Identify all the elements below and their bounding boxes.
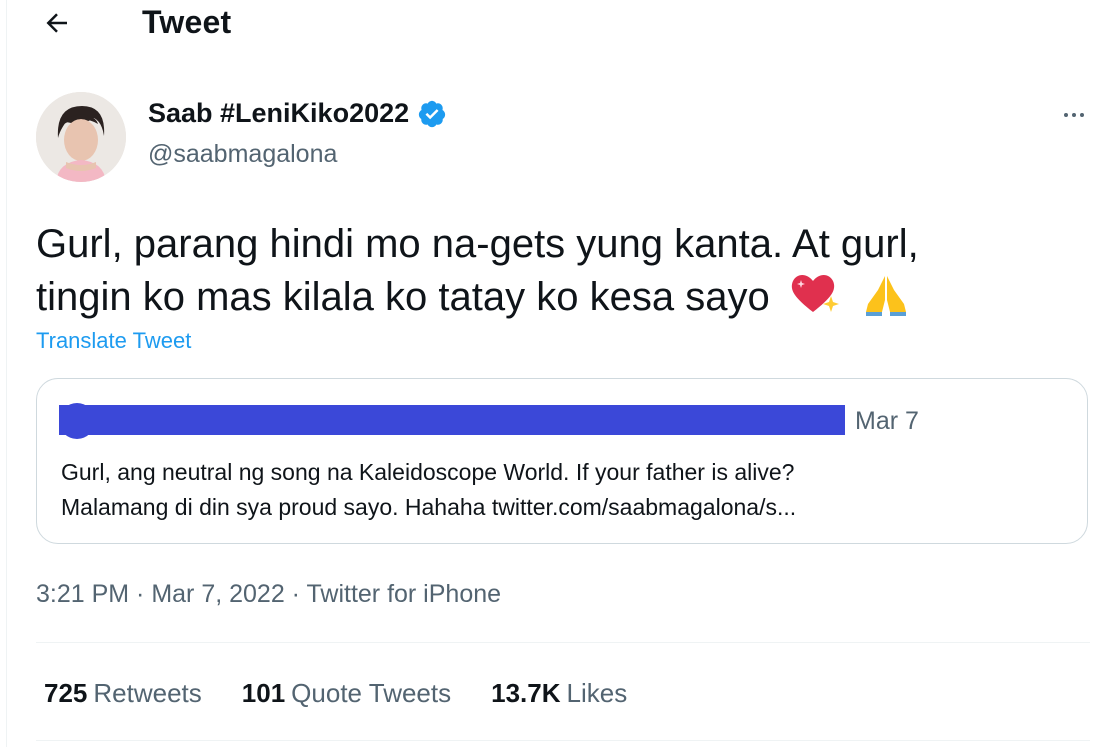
quote-tweets-label: Quote Tweets [291,678,452,708]
retweets-count: 725 [44,678,88,708]
redaction-bar [59,405,845,435]
quote-tweets-stat[interactable]: 101 Quote Tweets [242,678,451,709]
sparkling-heart-icon [791,275,839,312]
avatar[interactable] [36,92,126,182]
more-dots-icon [1064,113,1068,117]
divider [36,740,1090,741]
tweet-stats: 725 Retweets 101 Quote Tweets 13.7K Likes [44,678,667,709]
tweet-text-line-2: tingin ko mas kilala ko tatay ko kesa sa… [36,275,770,319]
tweet-text: Gurl, parang hindi mo na-gets yung kanta… [36,218,1096,323]
likes-label: Likes [566,678,628,708]
quoted-text: Gurl, ang neutral ng song na Kaleidoscop… [61,455,1071,525]
retweets-label: Retweets [93,678,202,708]
more-options-button[interactable] [1054,100,1094,130]
avatar-photo [36,92,126,182]
likes-count: 13.7K [491,678,561,708]
page-title: Tweet [142,4,232,40]
quoted-tweet-card[interactable]: Mar 7 Gurl, ang neutral ng song na Kalei… [36,378,1088,544]
folded-hands-icon [865,276,906,316]
divider [36,642,1090,643]
author-handle[interactable]: @saabmagalona [148,140,337,169]
page-header: Tweet [0,0,1120,50]
verified-badge-icon [419,100,446,127]
author-name[interactable]: Saab #LeniKiko2022 [148,98,447,129]
translate-tweet-link[interactable]: Translate Tweet [36,328,191,354]
tweet-metadata: 3:21 PM · Mar 7, 2022 · Twitter for iPho… [36,580,501,609]
tweet-timestamp[interactable]: 3:21 PM · Mar 7, 2022 · [36,580,307,608]
retweets-stat[interactable]: 725 Retweets [44,678,202,709]
author-name-text: Saab #LeniKiko2022 [148,98,410,128]
quoted-text-line-2: Malamang di din sya proud sayo. Hahaha t… [61,494,797,520]
quoted-date: Mar 7 [855,407,919,435]
back-button[interactable] [40,6,74,40]
quoted-text-line-1: Gurl, ang neutral ng song na Kaleidoscop… [61,459,795,485]
tweet-text-line-1: Gurl, parang hindi mo na-gets yung kanta… [36,222,919,266]
tweet-client[interactable]: Twitter for iPhone [307,580,502,608]
column-border [6,0,7,747]
likes-stat[interactable]: 13.7K Likes [491,678,627,709]
quote-tweets-count: 101 [241,678,286,708]
arrow-left-icon [46,13,67,33]
